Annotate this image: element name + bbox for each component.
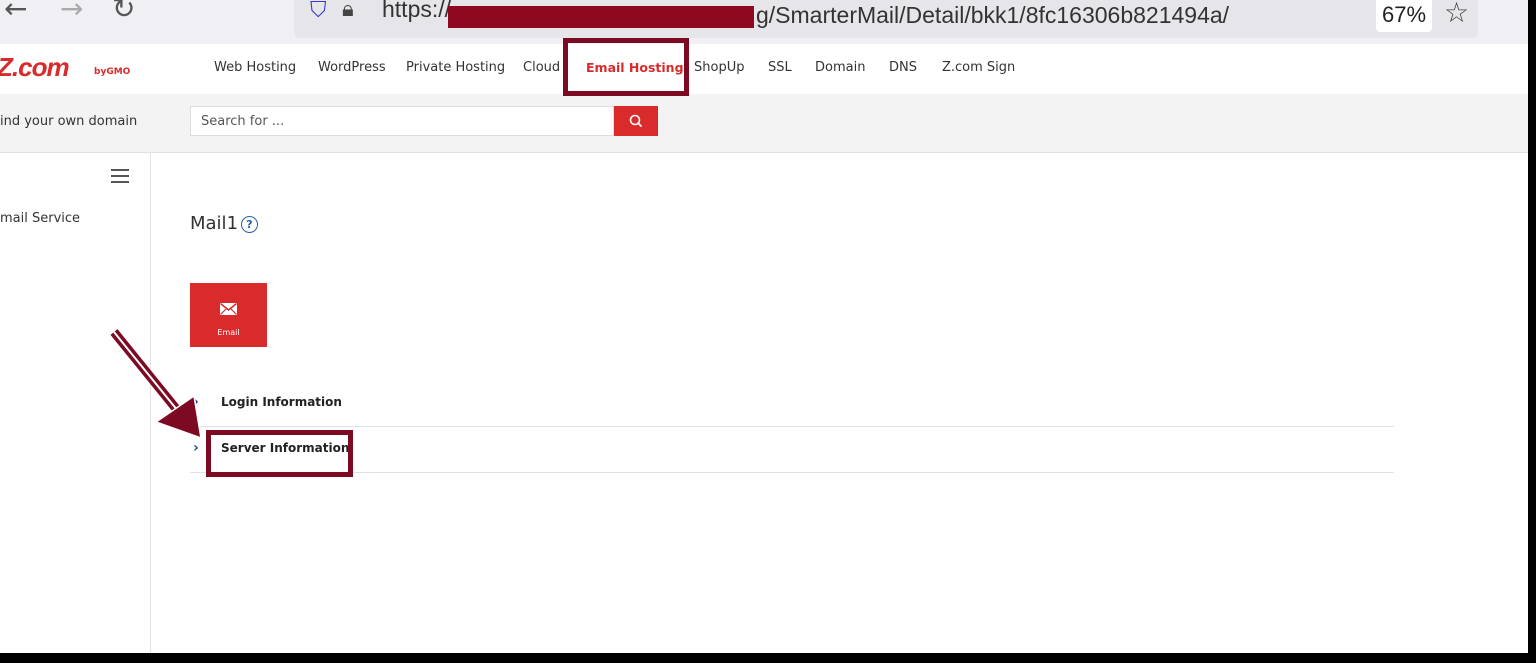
screen: ← → ↻ ⛉ 🔒︎ https:// g/SmarterMail/Detail… (0, 0, 1528, 653)
site-header: Z.com byGMO Web Hosting WordPress Privat… (0, 44, 1528, 95)
nav-dns[interactable]: DNS (889, 60, 917, 75)
arrow-right-icon[interactable]: → (60, 0, 83, 25)
nav-shopup[interactable]: ShopUp (694, 60, 744, 75)
nav-zcom-sign[interactable]: Z.com Sign (942, 60, 1015, 75)
chevron-right-icon: › (193, 394, 199, 410)
question-circle-icon[interactable]: ? (241, 216, 258, 233)
sidebar: mail Service (0, 153, 151, 653)
nav-wordpress[interactable]: WordPress (318, 60, 386, 75)
accordion-login-information[interactable]: › Login Information (190, 380, 1394, 427)
nav-domain[interactable]: Domain (815, 60, 865, 75)
find-domain-label: ind your own domain (0, 114, 138, 129)
lock-icon[interactable]: 🔒︎ (342, 0, 354, 22)
reload-icon[interactable]: ↻ (112, 0, 135, 25)
zoom-level[interactable]: 67% (1376, 0, 1432, 32)
envelope-icon (220, 303, 237, 315)
nav-ssl[interactable]: SSL (768, 60, 792, 75)
shield-icon[interactable]: ⛉ (310, 0, 327, 23)
browser-toolbar: ← → ↻ ⛉ 🔒︎ https:// g/SmarterMail/Detail… (0, 0, 1528, 44)
accordion-label: Server Information (221, 441, 350, 455)
nav-cloud[interactable]: Cloud (523, 60, 560, 75)
nav-private-hosting[interactable]: Private Hosting (406, 60, 505, 75)
nav-email-hosting[interactable]: Email Hosting (586, 60, 684, 75)
site-logo[interactable]: Z.com (0, 52, 70, 83)
chevron-right-icon: › (193, 440, 199, 456)
star-icon[interactable]: ☆ (1444, 0, 1469, 29)
search-input[interactable] (190, 106, 614, 136)
page-title: Mail1 (190, 213, 239, 234)
domain-search-bar: ind your own domain (0, 94, 1528, 153)
nav-web-hosting[interactable]: Web Hosting (214, 60, 296, 75)
url-prefix: https:// (382, 0, 452, 22)
search-icon (629, 114, 643, 128)
arrow-left-icon[interactable]: ← (4, 0, 27, 25)
hamburger-icon[interactable] (111, 169, 129, 187)
email-tile-label: Email (217, 328, 240, 337)
sidebar-item-email-service[interactable]: mail Service (0, 211, 80, 226)
accordion-server-information[interactable]: › Server Information (190, 426, 1394, 473)
search-button[interactable] (614, 106, 658, 136)
redacted-url-segment (448, 6, 754, 28)
url-suffix: g/SmarterMail/Detail/bkk1/8fc16306b82149… (756, 2, 1230, 28)
email-tile-button[interactable]: Email (190, 283, 267, 347)
accordion-label: Login Information (221, 395, 342, 409)
logo-byline: byGMO (94, 67, 131, 77)
